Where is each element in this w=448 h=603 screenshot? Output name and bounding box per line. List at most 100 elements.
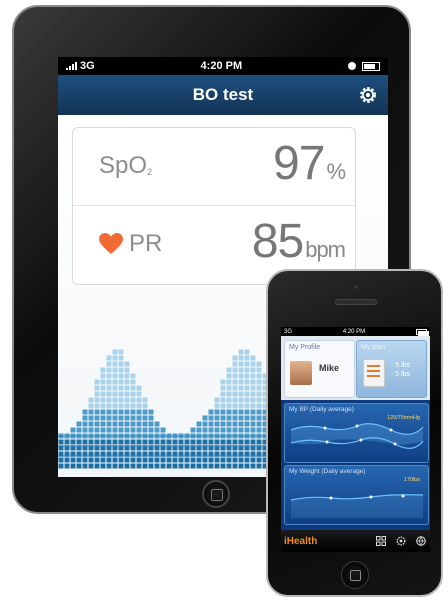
wave-cell xyxy=(256,391,262,397)
wave-cell xyxy=(94,379,100,385)
wave-cell xyxy=(208,421,214,427)
wave-cell xyxy=(232,463,238,469)
wave-cell xyxy=(202,457,208,463)
wave-cell xyxy=(232,373,238,379)
wave-cell xyxy=(214,409,220,415)
phone-time: 4:20 PM xyxy=(342,328,366,335)
my-plan-tile[interactable]: My plan - 5 lbs - 5 lbs xyxy=(356,340,427,398)
wave-cell xyxy=(118,373,124,379)
signal-indicator: 3G xyxy=(66,60,95,72)
spo2-label: SpO2 xyxy=(99,152,153,179)
wave-cell xyxy=(220,415,226,421)
wave-cell xyxy=(208,439,214,445)
wave-cell xyxy=(220,379,226,385)
wave-cell xyxy=(202,415,208,421)
grid-icon[interactable] xyxy=(376,536,386,546)
wave-cell xyxy=(118,427,124,433)
wave-cell xyxy=(256,403,262,409)
wave-cell xyxy=(142,463,148,469)
wave-cell xyxy=(244,439,250,445)
wave-cell xyxy=(118,457,124,463)
globe-icon[interactable] xyxy=(416,536,426,546)
wave-cell xyxy=(148,415,154,421)
wave-cell xyxy=(118,439,124,445)
bp-graph-card[interactable]: My BP (Daily average) 120/75mmHg xyxy=(284,403,429,463)
wave-cell xyxy=(190,457,196,463)
wave-cell xyxy=(250,379,256,385)
wave-cell xyxy=(100,367,106,373)
wave-cell xyxy=(232,391,238,397)
pr-label: PR xyxy=(129,230,163,257)
wave-cell xyxy=(250,409,256,415)
wave-cell xyxy=(88,403,94,409)
wave-cell xyxy=(172,439,178,445)
profile-tile-title: My Profile xyxy=(289,344,321,351)
wave-cell xyxy=(232,379,238,385)
my-profile-tile[interactable]: My Profile Mike xyxy=(284,340,355,398)
gear-icon[interactable] xyxy=(396,536,406,546)
tablet-home-button[interactable] xyxy=(202,480,230,508)
wave-cell xyxy=(112,439,118,445)
wave-cell xyxy=(238,415,244,421)
wave-cell xyxy=(106,355,112,361)
wave-cell xyxy=(82,415,88,421)
gear-icon[interactable] xyxy=(358,85,378,105)
wave-cell xyxy=(124,367,130,373)
wave-cell xyxy=(94,427,100,433)
wave-cell xyxy=(76,463,82,469)
plan-tile-title: My plan xyxy=(361,344,386,351)
wave-cell xyxy=(238,463,244,469)
wave-cell xyxy=(256,373,262,379)
wave-cell xyxy=(94,391,100,397)
wave-cell xyxy=(112,361,118,367)
wave-cell xyxy=(82,421,88,427)
wave-cell xyxy=(256,385,262,391)
wave-cell xyxy=(112,367,118,373)
weight-graph-card[interactable]: My Weight (Daily average) 170lbs xyxy=(284,465,429,525)
wave-cell xyxy=(88,409,94,415)
wave-cell xyxy=(88,415,94,421)
wave-cell xyxy=(208,427,214,433)
wave-cell xyxy=(196,421,202,427)
dashboard-tiles: My Profile Mike My plan - 5 lbs - 5 lbs xyxy=(281,336,430,400)
wave-cell xyxy=(118,421,124,427)
wave-cell xyxy=(244,373,250,379)
wave-cell xyxy=(232,361,238,367)
wave-cell xyxy=(226,427,232,433)
wave-cell xyxy=(250,361,256,367)
wave-cell xyxy=(142,457,148,463)
phone-home-button[interactable] xyxy=(341,561,369,589)
wave-cell xyxy=(220,391,226,397)
wave-cell xyxy=(130,439,136,445)
wave-cell xyxy=(202,439,208,445)
spo2-value: 97% xyxy=(273,137,346,190)
wave-cell xyxy=(220,385,226,391)
wave-cell xyxy=(250,373,256,379)
wave-cell xyxy=(256,427,262,433)
wave-cell xyxy=(256,397,262,403)
wave-cell xyxy=(142,415,148,421)
wave-cell xyxy=(148,421,154,427)
wave-cell xyxy=(160,439,166,445)
wave-cell xyxy=(112,421,118,427)
wave-cell xyxy=(124,397,130,403)
wave-cell xyxy=(232,421,238,427)
wave-cell xyxy=(136,457,142,463)
wave-cell xyxy=(130,373,136,379)
wave-cell xyxy=(244,355,250,361)
wave-cell xyxy=(82,427,88,433)
wave-cell xyxy=(76,439,82,445)
wave-cell xyxy=(214,463,220,469)
wave-cell xyxy=(100,421,106,427)
wave-cell xyxy=(184,457,190,463)
wave-cell xyxy=(256,463,262,469)
bp-card-title: My BP (Daily average) xyxy=(289,406,354,413)
wave-cell xyxy=(106,373,112,379)
brand-logo: iHealth xyxy=(284,535,318,547)
wave-cell xyxy=(178,463,184,469)
wave-cell xyxy=(148,427,154,433)
wave-cell xyxy=(220,457,226,463)
wave-cell xyxy=(106,415,112,421)
wave-cell xyxy=(172,463,178,469)
readings-card: SpO2 97% PR 85bpm xyxy=(72,127,356,285)
